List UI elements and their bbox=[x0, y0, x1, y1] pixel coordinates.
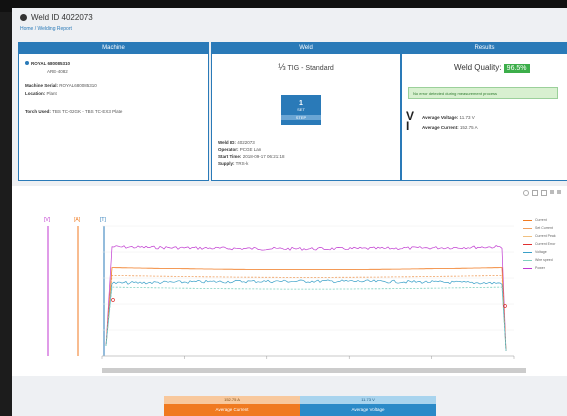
summary-tabs: 152.75 A Average Current 11.73 V Average… bbox=[164, 396, 436, 416]
legend-item[interactable]: Set Current bbox=[523, 224, 563, 232]
step-unit: SET bbox=[297, 107, 305, 112]
step-label: STEP bbox=[281, 115, 321, 120]
series-line bbox=[105, 275, 507, 352]
y-axis-label: [V] bbox=[44, 217, 51, 223]
results-card: Results Weld Quality: 96.5% No error det… bbox=[401, 42, 567, 181]
series-line bbox=[105, 267, 507, 352]
chart-legend: Current Set Current Current Peak Current Er… bbox=[523, 216, 563, 272]
status-alert: No error detected during measurement pro… bbox=[408, 87, 558, 99]
avg-current: Average Current: 152.75 A bbox=[422, 125, 478, 130]
machine-card-title: Machine bbox=[19, 43, 208, 54]
legend-item[interactable]: Power bbox=[523, 264, 563, 272]
weld-chart: [V] [A] [T] Current Set Current Current Peak… bbox=[12, 186, 567, 376]
legend-label: Current Error bbox=[535, 242, 556, 246]
chart-svg[interactable]: [V] [A] [T] bbox=[12, 186, 567, 376]
legend-item[interactable]: Current Error bbox=[523, 240, 563, 248]
series-line bbox=[105, 279, 507, 352]
legend-swatch bbox=[523, 267, 532, 269]
page: Weld ID 4022073 Home / Welding Report Ma… bbox=[12, 8, 567, 416]
weld-row: Weld ID: 4022073 bbox=[218, 140, 255, 145]
legend-swatch bbox=[523, 219, 532, 221]
avg-current-label: Average Current bbox=[164, 404, 300, 416]
avg-voltage: Average Voltage: 11.73 V bbox=[422, 115, 475, 120]
chart-scrollbar[interactable] bbox=[102, 368, 526, 373]
avg-current-value: 152.75 A bbox=[164, 396, 300, 404]
avg-current-tab[interactable]: 152.75 A Average Current bbox=[164, 396, 300, 416]
series-line bbox=[105, 286, 507, 352]
machine-sub: ARE-4082 bbox=[47, 69, 68, 74]
weld-mode: ⅓ TIG - Standard bbox=[278, 62, 334, 72]
avg-voltage-value: 11.73 V bbox=[300, 396, 436, 404]
legend-swatch bbox=[523, 243, 532, 245]
legend-swatch bbox=[523, 235, 532, 237]
machine-location: Location: Plant bbox=[25, 91, 57, 96]
weld-quality: Weld Quality: 96.5% bbox=[454, 63, 530, 73]
step-button[interactable]: 1 SET STEP bbox=[281, 95, 321, 125]
legend-label: Wire speed bbox=[535, 258, 553, 262]
breadcrumb[interactable]: Home / Welding Report bbox=[20, 26, 72, 32]
tig-icon: ⅓ bbox=[278, 62, 286, 72]
legend-swatch bbox=[523, 227, 532, 229]
legend-item[interactable]: Voltage bbox=[523, 248, 563, 256]
title-bar: Weld ID 4022073 bbox=[12, 8, 567, 26]
page-title: Weld ID 4022073 bbox=[31, 12, 93, 22]
legend-label: Current Peak bbox=[535, 234, 556, 238]
weld-card-title: Weld bbox=[212, 43, 400, 54]
weld-row: Operator: PCGE Lan bbox=[218, 147, 262, 152]
y-axis-label: [A] bbox=[74, 217, 81, 223]
legend-item[interactable]: Current Peak bbox=[523, 232, 563, 240]
machine-serial: Machine Serial: ROYAL680085310 bbox=[25, 83, 97, 88]
results-card-title: Results bbox=[402, 43, 567, 54]
legend-label: Voltage bbox=[535, 250, 547, 254]
avg-voltage-tab[interactable]: 11.73 V Average Voltage bbox=[300, 396, 436, 416]
y-axis-label: [T] bbox=[100, 217, 106, 223]
quality-badge: 96.5% bbox=[503, 64, 530, 73]
legend-swatch bbox=[523, 259, 532, 261]
error-marker bbox=[111, 298, 115, 302]
weld-icon bbox=[20, 13, 27, 21]
weld-row: Supply: TRS-k bbox=[218, 161, 249, 166]
info-icon bbox=[25, 61, 29, 65]
weld-card: Weld ⅓ TIG - Standard 1 SET STEP Weld ID… bbox=[211, 42, 401, 181]
series-line bbox=[105, 245, 507, 352]
machine-torch: Torch Used: TBS TC-02GK - TBS TC-EX3 Pla… bbox=[25, 109, 123, 114]
legend-label: Set Current bbox=[535, 226, 553, 230]
machine-card: Machine ROYAL 680085310 ARE-4082 Machine… bbox=[18, 42, 209, 181]
vi-icon: VI bbox=[406, 109, 415, 133]
legend-item[interactable]: Current bbox=[523, 216, 563, 224]
weld-row: Start Time: 2018-09-17 06:21:18 bbox=[218, 154, 285, 159]
legend-label: Power bbox=[535, 266, 545, 270]
legend-item[interactable]: Wire speed bbox=[523, 256, 563, 264]
legend-label: Current bbox=[535, 218, 547, 222]
machine-name[interactable]: ROYAL 680085310 bbox=[25, 61, 70, 66]
avg-voltage-label: Average Voltage bbox=[300, 404, 436, 416]
step-value: 1 bbox=[299, 100, 303, 107]
legend-swatch bbox=[523, 251, 532, 253]
